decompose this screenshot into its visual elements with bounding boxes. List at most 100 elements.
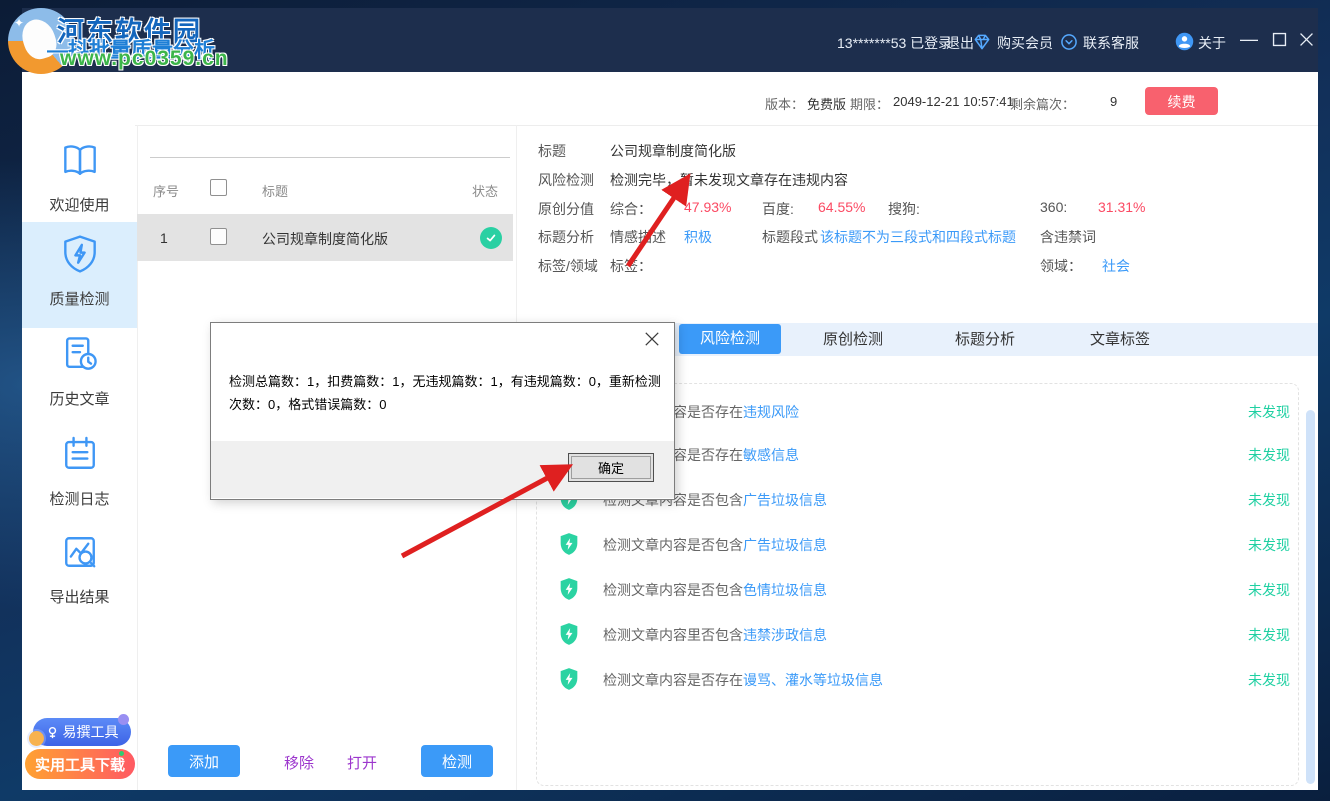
renew-button[interactable]: 续费: [1145, 87, 1218, 115]
add-button[interactable]: 添加: [168, 745, 240, 777]
shield-icon: [58, 232, 102, 276]
column-header-status: 状态: [472, 181, 498, 200]
row-index: 1: [160, 230, 168, 246]
check-keyword-link[interactable]: 谩骂、灌水等垃圾信息: [743, 672, 883, 688]
select-all-checkbox[interactable]: [210, 179, 227, 196]
book-icon: [58, 138, 102, 182]
info-tag-field-label: 标签/领域: [538, 256, 598, 276]
yizhuan-tools-button[interactable]: 易撰工具: [33, 718, 131, 746]
format-value: 该标题不为三段式和四段式标题: [820, 227, 1016, 247]
sentiment-value: 积极: [684, 227, 712, 247]
tag-label: 标签：: [610, 256, 652, 276]
sidebar-item-3[interactable]: 历史文章: [22, 322, 137, 418]
log-icon: [58, 432, 102, 476]
field-label: 领域：: [1040, 256, 1082, 276]
s360-label: 360:: [1040, 199, 1067, 215]
tab-1[interactable]: 风险检测: [679, 324, 781, 354]
row-checkbox[interactable]: [210, 228, 227, 245]
buy-vip-link[interactable]: 购买会员: [997, 33, 1053, 53]
tab-3[interactable]: 标题分析: [934, 325, 1036, 354]
shield-check-icon: [559, 667, 579, 691]
diamond-icon: [972, 32, 992, 52]
sentiment-label: 情感描述: [610, 227, 666, 247]
status-success-icon: [480, 227, 502, 249]
check-row: 检测文章内容是否包含色情垃圾信息 未发现: [537, 576, 1298, 604]
format-label: 标题段式: [762, 227, 818, 247]
info-originality-label: 原创分值: [538, 199, 594, 219]
check-keyword-link[interactable]: 违禁涉政信息: [743, 627, 827, 643]
check-keyword-link[interactable]: 违规风险: [743, 404, 799, 420]
field-value: 社会: [1102, 256, 1130, 276]
divider: [135, 125, 1318, 126]
customer-service-icon: [1059, 32, 1079, 52]
baidu-label: 百度:: [762, 199, 794, 219]
detect-button[interactable]: 检测: [421, 745, 493, 777]
overall-score: 47.93%: [684, 199, 731, 215]
history-icon: [58, 332, 102, 376]
dialog-close-icon[interactable]: [644, 331, 662, 349]
column-header-index: 序号: [153, 181, 179, 200]
info-risk-label: 风险检测: [538, 170, 594, 190]
ok-button[interactable]: 确定: [568, 453, 654, 482]
s360-score: 31.31%: [1098, 199, 1145, 215]
info-title-label: 标题: [538, 141, 566, 161]
contact-support-link[interactable]: 联系客服: [1083, 33, 1139, 53]
dialog-footer: 确定: [211, 441, 674, 498]
check-keyword-link[interactable]: 广告垃圾信息: [743, 537, 827, 553]
sidebar-item-5[interactable]: 导出结果: [22, 520, 137, 616]
check-status: 未发现: [1248, 445, 1290, 465]
version-label: 版本：: [765, 94, 804, 113]
minimize-button[interactable]: —: [1240, 30, 1258, 48]
scrollbar[interactable]: [1306, 410, 1315, 784]
sidebar-item-1[interactable]: 欢迎使用: [22, 128, 137, 224]
badge-decoration: [118, 714, 129, 725]
account-status: 13*******53 已登录: [837, 33, 952, 53]
close-icon[interactable]: [1298, 31, 1315, 51]
check-row: 检测文章内容是否包含广告垃圾信息 未发现: [537, 531, 1298, 559]
info-title-value: 公司规章制度简化版: [610, 141, 736, 161]
remaining-value: 9: [1110, 94, 1117, 109]
remove-button[interactable]: 移除: [284, 752, 314, 773]
banned-words-label: 含违禁词: [1040, 227, 1096, 247]
watermark-site-url: www.pc0359.cn: [60, 47, 229, 71]
check-status: 未发现: [1248, 670, 1290, 690]
desktop: { "watermark": { "site_name": "河东软件园", "…: [0, 0, 1330, 801]
shield-check-icon: [559, 622, 579, 646]
shield-check-icon: [559, 532, 579, 556]
sidebar-item-4[interactable]: 检测日志: [22, 422, 137, 518]
maximize-button[interactable]: [1271, 31, 1288, 51]
check-keyword-link[interactable]: 敏感信息: [743, 447, 799, 463]
dialog-message: 检测总篇数：1，扣费篇数：1，无违规篇数：1，有违规篇数：0，重新检测次数：0，…: [229, 370, 663, 416]
tab-4[interactable]: 文章标签: [1069, 325, 1171, 354]
about-link[interactable]: 关于: [1198, 33, 1226, 53]
deadline-label: 期限：: [850, 94, 889, 113]
deadline-value: 2049-12-21 10:57:41: [893, 94, 1014, 109]
export-icon: [58, 530, 102, 574]
info-risk-value: 检测完毕，暂未发现文章存在违规内容: [610, 170, 848, 190]
open-button[interactable]: 打开: [347, 752, 377, 773]
check-status: 未发现: [1248, 580, 1290, 600]
check-status: 未发现: [1248, 625, 1290, 645]
check-keyword-link[interactable]: 广告垃圾信息: [743, 492, 827, 508]
baidu-score: 64.55%: [818, 199, 865, 215]
logout-link[interactable]: 退出: [946, 33, 974, 53]
check-keyword-link[interactable]: 色情垃圾信息: [743, 582, 827, 598]
overall-label: 综合：: [610, 199, 652, 219]
sogou-label: 搜狗:: [888, 199, 920, 219]
user-icon: [1174, 31, 1194, 51]
column-header-title: 标题: [262, 181, 288, 200]
version-value: 免费版: [807, 94, 846, 113]
check-status: 未发现: [1248, 402, 1290, 422]
sidebar-item-2[interactable]: 质量检测: [22, 222, 137, 328]
row-title: 公司规章制度简化版: [262, 229, 388, 249]
check-row: 检测文章内容里否包含违禁涉政信息 未发现: [537, 621, 1298, 649]
dot-decoration: [119, 751, 124, 756]
check-row: 检测文章内容是否存在谩骂、灌水等垃圾信息 未发现: [537, 666, 1298, 694]
check-status: 未发现: [1248, 490, 1290, 510]
tab-2[interactable]: 原创检测: [802, 325, 904, 354]
info-title-analysis-label: 标题分析: [538, 227, 594, 247]
check-status: 未发现: [1248, 535, 1290, 555]
result-dialog: 检测总篇数：1，扣费篇数：1，无违规篇数：1，有违规篇数：0，重新检测次数：0，…: [210, 322, 675, 500]
planet-decoration-icon: [29, 731, 44, 746]
divider: [150, 157, 510, 158]
